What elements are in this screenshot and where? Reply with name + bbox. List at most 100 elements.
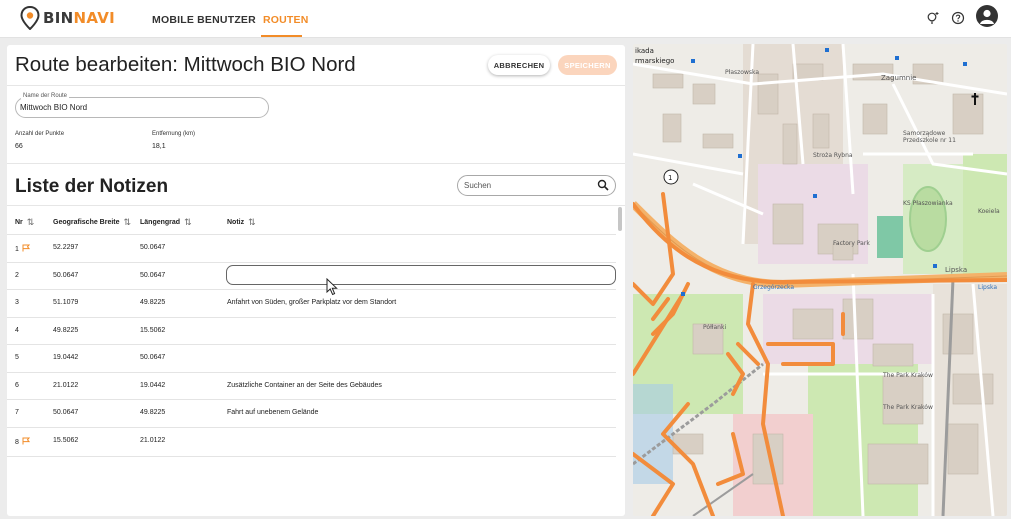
table-row[interactable]: 3 51.1079 49.8225 Anfahrt von Süden, großer… — [7, 289, 616, 316]
map-label: Zagumnie — [881, 74, 917, 82]
bulb-icon[interactable] — [924, 9, 942, 27]
row-nr-value: 7 — [15, 409, 19, 416]
row-latitude: 49.8225 — [53, 326, 79, 334]
row-nr-value: 8 — [15, 438, 19, 446]
row-nr: 7 — [15, 409, 19, 416]
tab-mobile-users[interactable]: MOBILE BENUTZER — [152, 14, 256, 26]
road-number-badge-text: 1 — [668, 174, 672, 182]
location-pin-icon — [20, 6, 40, 30]
flag-icon — [22, 437, 30, 447]
cancel-button[interactable]: ABBRECHEN — [488, 55, 550, 75]
map-label: Samorządowe Przedszkole nr 11 — [903, 130, 956, 144]
row-latitude: 15.5062 — [53, 436, 79, 444]
map-label: Grzegórzecka — [753, 284, 795, 291]
church-icon — [971, 93, 979, 105]
table-row[interactable]: 4 49.8225 15.5062 — [7, 316, 616, 344]
logo[interactable]: BINNAVI — [20, 6, 115, 30]
map-label: ikada — [635, 47, 654, 55]
logo-text-part2: NAVI — [73, 9, 116, 27]
row-nr-value: 5 — [15, 354, 19, 361]
table-row[interactable]: 6 21.0122 19.0442 Zusätzliche Container an … — [7, 371, 616, 399]
row-nr-value: 1 — [15, 246, 19, 253]
distance-label: Entfernung (km) — [152, 131, 196, 137]
column-header-note[interactable]: Notiz ⇅ — [227, 217, 256, 228]
row-nr: 4 — [15, 327, 19, 334]
tab-routes[interactable]: ROUTEN — [263, 14, 309, 26]
active-tab-indicator — [261, 35, 302, 37]
row-nr-value: 4 — [15, 326, 19, 334]
sort-icon[interactable]: ⇅ — [248, 217, 256, 228]
row-nr: 6 — [15, 382, 19, 389]
map-label: The Park Kraków — [883, 404, 933, 411]
row-nr-value: 3 — [15, 299, 19, 306]
row-nr: 2 — [15, 272, 19, 279]
divider — [7, 85, 625, 86]
help-icon[interactable] — [949, 9, 967, 27]
table-row[interactable]: 1 52.2297 50.0647 — [7, 234, 616, 261]
row-nr: 1 — [15, 244, 30, 254]
row-longitude: 50.0647 — [140, 354, 166, 361]
row-note[interactable]: Fahrt auf unebenem Gelände — [227, 409, 318, 416]
distance-value: 18,1 — [152, 143, 166, 150]
route-editor-panel: Route bearbeiten: Mittwoch BIO Nord ABBR… — [7, 45, 625, 516]
row-note[interactable]: Zusätzliche Container an der Seite des G… — [227, 382, 382, 389]
row-longitude: 50.0647 — [140, 244, 166, 251]
table-row[interactable]: 7 50.0647 49.8225 Fahrt auf unebenem Geländ… — [7, 399, 616, 426]
points-count-value: 66 — [15, 143, 23, 150]
row-longitude: 49.8225 — [140, 409, 166, 416]
map-label: Lipska — [945, 266, 968, 274]
route-name-value[interactable]: Mittwoch BIO Nord — [20, 103, 87, 112]
row-nr: 8 — [15, 437, 30, 447]
row-latitude: 51.1079 — [53, 299, 79, 306]
row-longitude: 50.0647 — [140, 271, 166, 279]
route-name-label: Name der Route — [21, 93, 70, 99]
flag-icon — [22, 244, 30, 254]
row-longitude: 49.8225 — [140, 299, 166, 306]
table-row[interactable]: 2 50.0647 50.0647 — [7, 261, 616, 289]
sort-icon[interactable]: ⇅ — [184, 217, 192, 228]
row-nr-value: 6 — [15, 381, 19, 389]
sort-icon[interactable]: ⇅ — [27, 217, 35, 228]
map-label: Factory Park — [833, 240, 870, 247]
row-longitude: 15.5062 — [140, 326, 166, 334]
logo-text: BINNAVI — [43, 9, 115, 27]
row-latitude: 50.0647 — [53, 409, 79, 416]
scrollbar[interactable] — [618, 207, 622, 231]
column-header-label: Geografische Breite — [53, 219, 120, 226]
table-row[interactable]: 5 19.0442 50.0647 — [7, 344, 616, 371]
column-header-label: Längengrad — [140, 219, 181, 226]
divider — [7, 456, 616, 457]
row-nr: 3 — [15, 299, 19, 306]
row-nr-value: 2 — [15, 271, 19, 279]
map-label: KS Płaszowianka — [903, 200, 953, 207]
page-title: Route bearbeiten: Mittwoch BIO Nord — [15, 53, 356, 76]
map-label: Płaszowska — [725, 69, 760, 76]
row-nr: 5 — [15, 354, 19, 361]
pitch — [877, 216, 903, 258]
map-label: Koeiela — [978, 208, 1000, 215]
logo-text-part1: BIN — [43, 9, 74, 27]
table-row[interactable]: 8 15.5062 21.0122 — [7, 426, 616, 454]
column-header-label: Nr — [15, 219, 23, 226]
column-header-latitude[interactable]: Geografische Breite ⇅ — [53, 217, 131, 228]
sort-icon[interactable]: ⇅ — [124, 217, 132, 228]
row-latitude: 50.0647 — [53, 271, 79, 279]
note-input[interactable] — [226, 264, 616, 285]
column-header-label: Notiz — [227, 219, 245, 226]
account-icon[interactable] — [976, 5, 998, 27]
map-label: Lipska — [978, 284, 997, 291]
stadium — [909, 186, 947, 252]
row-latitude: 19.0442 — [53, 354, 79, 361]
column-header-longitude[interactable]: Längengrad ⇅ — [140, 217, 192, 228]
row-latitude: 21.0122 — [53, 381, 79, 389]
search-icon[interactable] — [597, 179, 609, 191]
route-map[interactable]: 1 ikada rmarskiego Płaszowska Zagumnie S… — [633, 44, 1007, 516]
row-longitude: 19.0442 — [140, 381, 166, 389]
save-button[interactable]: SPEICHERN — [558, 55, 617, 75]
divider — [7, 205, 625, 206]
row-note[interactable]: Anfahrt von Süden, großer Parkplatz vor … — [227, 299, 396, 306]
divider — [7, 163, 625, 164]
mouse-cursor-icon — [326, 278, 338, 296]
column-header-nr[interactable]: Nr ⇅ — [15, 217, 34, 228]
points-count-label: Anzahl der Punkte — [15, 131, 65, 137]
